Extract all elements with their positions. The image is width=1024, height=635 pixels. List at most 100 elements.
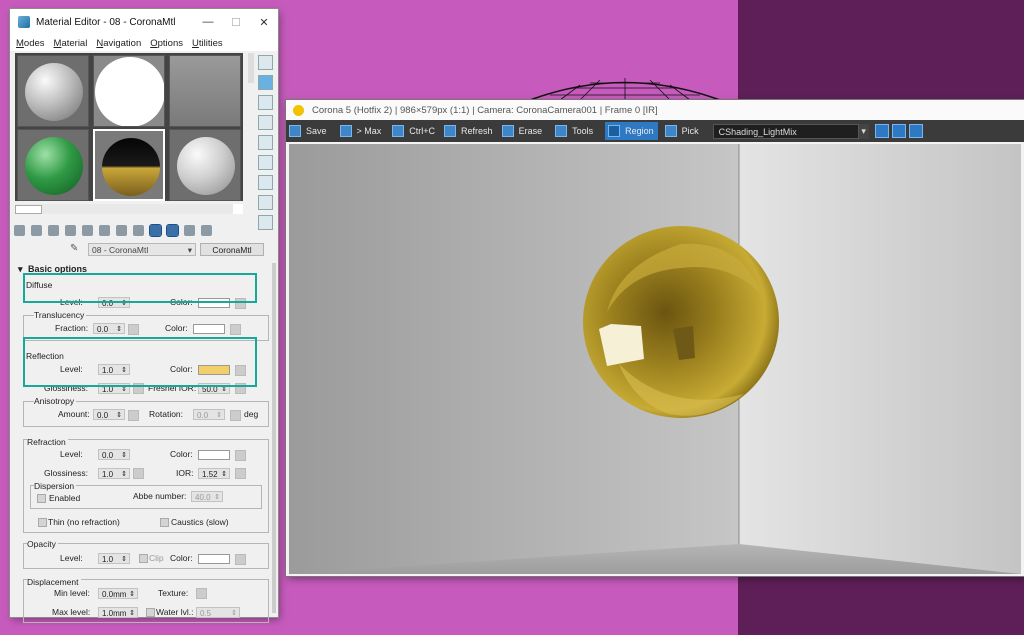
menu-modes[interactable]: Modes [16,38,45,49]
slots-vscroll[interactable] [248,53,254,83]
refraction-ior-spinner[interactable]: 1.52 [198,468,230,480]
erase-icon [501,125,514,137]
refraction-ior-map-button[interactable] [235,468,246,479]
material-type-button[interactable]: CoronaMtl [200,242,264,256]
region-button[interactable]: Region [605,122,658,140]
assign-to-selection-icon[interactable] [48,224,59,236]
copy-button[interactable]: Ctrl+C [389,122,435,140]
refraction-glossiness-map-button[interactable] [133,468,144,479]
uv-tiling-icon[interactable] [258,115,273,130]
opacity-group: Opacity Level: 1.0 Clip Color: [23,539,269,569]
clip-checkbox[interactable] [139,554,148,563]
abbe-number-spinner[interactable]: 40.0 [191,491,223,503]
displacement-texture-button[interactable] [196,588,207,599]
show-shaded-icon[interactable] [149,223,162,237]
put-to-scene-icon[interactable] [31,224,42,236]
copy-label: Ctrl+C [409,126,436,136]
video-color-check-icon[interactable] [258,135,273,150]
sample-slot-6[interactable] [169,129,241,201]
zoom-out-icon[interactable] [891,124,906,138]
sample-slot-4[interactable] [17,129,89,201]
save-button[interactable]: Save [286,122,327,140]
go-to-parent-icon[interactable] [184,224,195,236]
make-unique-icon[interactable] [99,224,110,236]
material-navigator-icon[interactable] [258,215,273,230]
reset-map-icon[interactable] [65,224,76,236]
translucency-fraction-spinner[interactable]: 0.0 [93,323,125,335]
diffuse-highlight-box [23,273,257,303]
material-name-row: ✎ 08 - CoronaMtl CoronaMtl [70,242,264,257]
opacity-color-map-button[interactable] [235,554,246,565]
menu-options[interactable]: Options [150,38,183,49]
refraction-color-swatch[interactable] [198,450,230,460]
render-viewport[interactable] [289,144,1021,574]
maximize-button[interactable]: ☐ [222,16,250,29]
refraction-title: Refraction [27,437,68,447]
menu-utilities[interactable]: Utilities [192,38,223,49]
slots-hscroll[interactable] [15,204,243,214]
material-name-field[interactable]: 08 - CoronaMtl [88,242,196,257]
sample-slot-1[interactable] [17,55,89,127]
pick-button[interactable]: Pick [662,122,699,140]
go-forward-sibling-icon[interactable] [201,224,212,236]
copy-icon [392,125,405,137]
material-editor-titlebar[interactable]: Material Editor - 08 - CoronaMtl — ☐ ✕ [10,9,278,35]
parameters-scrollbar[interactable] [272,263,276,613]
dispersion-enabled-checkbox[interactable] [37,494,46,503]
show-end-result-icon[interactable] [166,223,179,237]
anisotropy-group: Anisotropy Amount: 0.0 Rotation: 0.0 deg [23,396,269,427]
sample-type-icon[interactable] [258,55,273,70]
zoom-in-icon[interactable] [874,124,889,138]
zoom-fit-icon[interactable] [908,124,923,138]
displacement-group: Displacement Min level: 0.0mm Texture: M… [23,577,269,623]
backlight-icon[interactable] [258,75,273,90]
erase-button[interactable]: Erase [499,122,542,140]
refraction-level-spinner[interactable]: 0.0 [98,449,130,461]
anisotropy-rotation-spinner[interactable]: 0.0 [193,409,225,421]
minimize-button[interactable]: — [194,16,222,28]
anisotropy-title: Anisotropy [34,396,77,406]
water-level-checkbox[interactable] [146,608,155,617]
displacement-max-label: Max level: [52,607,91,617]
translucency-fraction-map-button[interactable] [128,324,139,335]
opacity-color-swatch[interactable] [198,554,230,564]
preview-icon[interactable] [258,155,273,170]
refresh-button[interactable]: Refresh [441,122,493,140]
material-id-icon[interactable] [133,224,144,236]
refraction-color-map-button[interactable] [235,450,246,461]
sample-slots [15,53,243,201]
render-image [289,144,1021,574]
make-copy-icon[interactable] [82,224,93,236]
get-material-icon[interactable] [14,224,25,236]
send-to-max-button[interactable]: > Max [337,122,382,140]
anisotropy-rotation-map-button[interactable] [230,410,241,421]
caustics-checkbox[interactable] [160,518,169,527]
eyedropper-icon[interactable]: ✎ [70,244,80,254]
translucency-color-map-button[interactable] [230,324,241,335]
sample-slot-5-selected[interactable] [93,129,165,201]
opacity-level-spinner[interactable]: 1.0 [98,553,130,565]
max-label: > Max [356,126,382,136]
displacement-max-spinner[interactable]: 1.0mm [98,607,138,619]
options-icon[interactable] [258,175,273,190]
background-icon[interactable] [258,95,273,110]
sample-slot-2[interactable] [93,55,165,127]
water-level-spinner[interactable]: 0.5 [196,607,240,619]
sample-slot-3[interactable] [169,55,241,127]
displacement-min-spinner[interactable]: 0.0mm [98,588,138,600]
put-to-library-icon[interactable] [116,224,127,236]
menu-material[interactable]: Material [54,38,88,49]
refraction-glossiness-spinner[interactable]: 1.0 [98,468,130,480]
thin-checkbox[interactable] [38,518,47,527]
select-by-material-icon[interactable] [258,195,273,210]
anisotropy-amount-map-button[interactable] [128,410,139,421]
close-button[interactable]: ✕ [250,16,278,29]
render-element-dropdown[interactable]: CShading_LightMix [712,123,859,139]
vfb-titlebar[interactable]: Corona 5 (Hotfix 2) | 986×579px (1:1) | … [286,100,1024,120]
anisotropy-amount-spinner[interactable]: 0.0 [93,409,125,421]
chevron-down-icon[interactable]: ▾ [858,123,869,139]
tools-button[interactable]: Tools [552,122,593,140]
hscroll-thumb[interactable] [15,205,42,214]
translucency-color-swatch[interactable] [193,324,225,334]
menu-navigation[interactable]: Navigation [96,38,141,49]
